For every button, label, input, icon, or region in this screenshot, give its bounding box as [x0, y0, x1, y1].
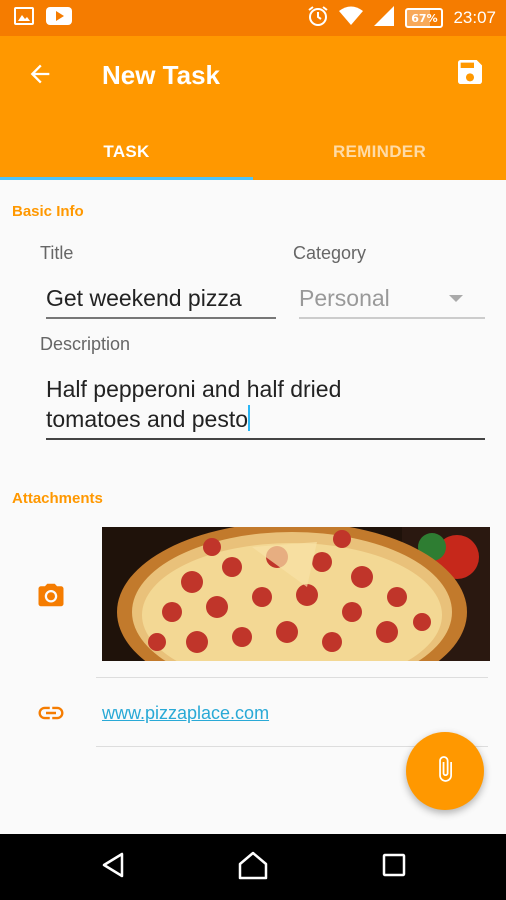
category-dropdown[interactable]: Personal	[299, 285, 390, 312]
battery-percent: 67%	[411, 11, 438, 25]
triangle-back-icon	[100, 851, 128, 883]
image-icon	[14, 7, 34, 29]
dropdown-arrow-icon	[449, 295, 463, 302]
tab-task[interactable]: TASK	[0, 124, 253, 180]
attachment-link[interactable]: www.pizzaplace.com	[102, 703, 269, 724]
add-attachment-button[interactable]	[406, 732, 484, 810]
home-icon	[237, 850, 269, 884]
title-label: Title	[40, 243, 74, 263]
title-underline	[46, 317, 276, 319]
youtube-icon	[46, 7, 72, 29]
status-bar: 67% 23:07	[0, 0, 506, 36]
description-line-1: Half pepperoni and half dried	[46, 376, 342, 402]
nav-recents-button[interactable]	[378, 851, 410, 883]
description-label: Description	[40, 334, 131, 354]
title-input[interactable]: Get weekend pizza	[46, 285, 242, 312]
attachments-heading: Attachments	[12, 490, 103, 507]
paperclip-icon	[431, 755, 459, 787]
link-icon[interactable]	[35, 697, 67, 729]
tab-indicator	[0, 177, 253, 180]
navigation-bar	[0, 834, 506, 900]
category-label: Category	[293, 243, 367, 263]
basic-info-heading: Basic Info	[12, 203, 84, 220]
tab-bar: TASK REMINDER	[0, 124, 506, 180]
text-cursor	[248, 405, 251, 431]
description-line-2-text: tomatoes and pesto	[46, 406, 249, 432]
tab-reminder[interactable]: REMINDER	[253, 124, 506, 180]
category-underline	[299, 317, 485, 319]
nav-home-button[interactable]	[237, 851, 269, 883]
clock: 23:07	[453, 8, 496, 27]
camera-icon[interactable]	[35, 579, 67, 611]
description-underline	[46, 438, 485, 440]
page-title: New Task	[102, 60, 221, 90]
attachment-photo[interactable]	[102, 527, 490, 661]
tab-reminder-label: REMINDER	[332, 142, 427, 161]
nav-back-button[interactable]	[98, 851, 130, 883]
app-bar: New Task TASK REMINDER	[0, 36, 506, 180]
wifi-icon	[339, 6, 364, 30]
square-recents-icon	[381, 852, 407, 882]
arrow-back-icon	[26, 60, 54, 92]
battery-indicator: 67%	[405, 8, 444, 28]
save-icon	[454, 56, 486, 92]
signal-icon	[373, 5, 395, 31]
tab-task-label: TASK	[103, 142, 150, 161]
description-line-2: tomatoes and pesto	[46, 405, 251, 433]
back-button[interactable]	[22, 58, 58, 94]
save-button[interactable]	[452, 56, 488, 92]
alarm-icon	[307, 5, 329, 31]
attachment-divider-1	[96, 677, 488, 678]
